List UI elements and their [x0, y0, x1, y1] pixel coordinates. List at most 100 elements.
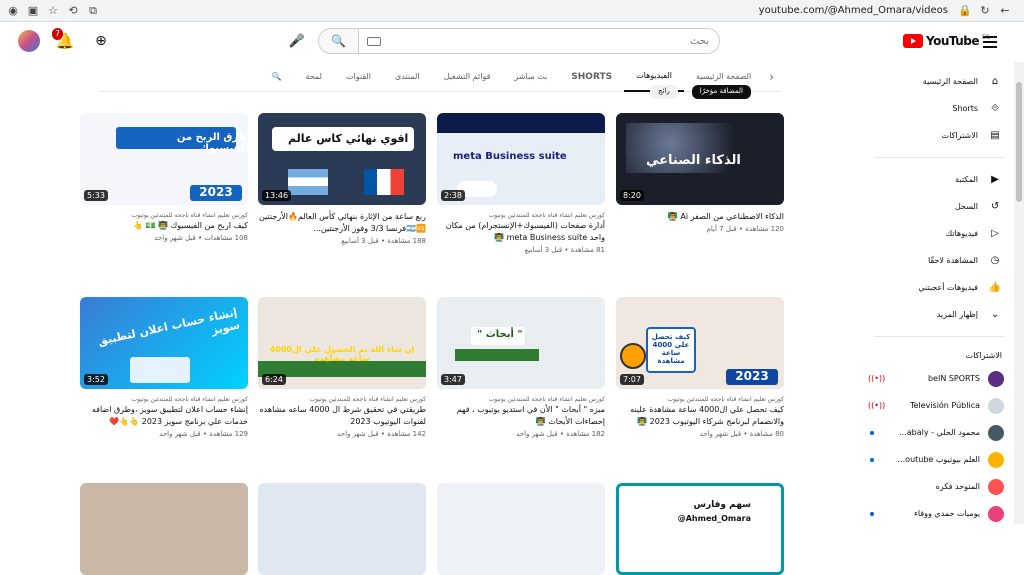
sort-chip-latest[interactable]: المضافة مؤخرًا [691, 85, 751, 99]
sidebar-item-liked[interactable]: 👍 فيديوهات أعجبتني [864, 274, 1014, 301]
video-card[interactable]: كيف تحصل علي 4000 ساعة مشاهدة 2023 7:07 … [616, 297, 784, 440]
video-thumbnail[interactable]: " أبحاث " 3:47 [437, 297, 605, 389]
video-card[interactable]: إن شاء الله تم الحصول علي ال4000 ساعه مش… [258, 297, 426, 440]
voice-search-button[interactable]: 🎤 [284, 28, 310, 54]
video-card[interactable]: " أبحاث " 3:47 كورس تعليم انشاء قناه ناج… [437, 297, 605, 440]
video-card[interactable]: meta Business suite 2:38 كورس تعليم انشا… [437, 113, 605, 256]
profile-icon[interactable]: ◉ [6, 4, 20, 18]
video-title[interactable]: كيف تحصل علي ال4000 ساعة مشاهدة علينه وا… [616, 404, 784, 428]
playlist-label[interactable]: كورس تعليم انشاء قناه ناجحه للمبتدئين يو… [437, 395, 605, 404]
address-bar[interactable]: youtube.com/@Ahmed_Omara/videos [759, 5, 948, 16]
subscription-item[interactable]: Televisión Pública ((•)) [864, 392, 1014, 419]
video-thumbnail[interactable] [258, 483, 426, 575]
keyboard-icon[interactable] [367, 36, 381, 46]
video-card[interactable]: اقوي نهائي كاس عالم 13:46 ربع ساعة من ال… [258, 113, 426, 247]
sidebar-item-home[interactable]: ⌂ الصفحة الرئيسية [864, 68, 1014, 95]
view-count: 188 مشاهدة [387, 237, 426, 245]
video-card[interactable] [258, 483, 426, 575]
tab-about[interactable]: لمحة [293, 62, 334, 92]
video-thumbnail[interactable]: الذكاء الصناعي 8:20 [616, 113, 784, 205]
video-card[interactable]: سهم وفارس @Ahmed_Omara [616, 483, 784, 575]
video-thumbnail[interactable]: إن شاء الله تم الحصول علي ال4000 ساعه مش… [258, 297, 426, 389]
channel-name: محمود الحلي - abaly... [899, 428, 980, 437]
page-scrollbar[interactable] [1014, 62, 1024, 524]
tab-live[interactable]: بث مباشر [502, 62, 559, 92]
upload-age: قبل شهر واحد [699, 430, 742, 438]
subscription-item[interactable]: العلم بيوتيوب outube... [864, 446, 1014, 473]
extension-icon[interactable]: ⧉ [86, 4, 100, 18]
video-stats: 80 مشاهدة • قبل شهر واحد [699, 430, 784, 438]
upload-age: قبل 7 أيام [706, 225, 737, 233]
video-title[interactable]: الذكاء الاصطناعي من الصفر Ai 👨‍🏫 [616, 211, 784, 223]
sidebar-item-label: الصفحة الرئيسية [922, 77, 978, 86]
tab-playlists[interactable]: قوائم التشغيل [432, 62, 503, 92]
video-thumbnail[interactable]: إنشاء حساب اعلان لتطبيق سويز 3:52 [80, 297, 248, 389]
subscription-item[interactable]: beIN SPORTS ((•)) [864, 365, 1014, 392]
account-avatar[interactable] [18, 30, 40, 52]
video-card[interactable] [437, 483, 605, 575]
home-icon: ⌂ [991, 76, 999, 87]
tab-channels[interactable]: القنوات [334, 62, 383, 92]
video-card[interactable]: إنشاء حساب اعلان لتطبيق سويز 3:52 كورس ت… [80, 297, 248, 440]
subscription-item[interactable]: يوميات حمدي ووفاء [864, 500, 1014, 527]
sidebar-item-library[interactable]: ▶ المكتبة [864, 166, 1014, 193]
video-thumbnail[interactable]: كيف تحصل علي 4000 ساعة مشاهدة 2023 7:07 [616, 297, 784, 389]
sidebar-toggle-icon[interactable]: ▣ [26, 4, 40, 18]
back-icon[interactable]: ← [998, 4, 1012, 18]
sidebar-item-shorts[interactable]: ⟐ Shorts [864, 95, 1014, 122]
tabs-scroll-arrow-icon[interactable]: › [763, 70, 780, 84]
video-title[interactable]: أدارة صفحات (الفيسبوك+الإنستجرام) من مكا… [437, 220, 605, 244]
upload-age: قبل 3 أسابيع [524, 246, 563, 254]
view-count: 80 مشاهدة [749, 430, 784, 438]
search-input[interactable] [381, 29, 719, 53]
playlist-label[interactable]: كورس تعليم انشاء قناه ناجحه للمبتدئين يو… [616, 395, 784, 404]
scrollbar-thumb[interactable] [1016, 82, 1022, 202]
video-thumbnail[interactable]: meta Business suite 2:38 [437, 113, 605, 205]
video-card[interactable] [80, 483, 248, 575]
video-thumbnail[interactable]: سهم وفارس @Ahmed_Omara [616, 483, 784, 575]
subscription-item[interactable]: المتوحد فكره [864, 473, 1014, 500]
sidebar-item-show-more[interactable]: ⌄ إظهار المزيد [864, 301, 1014, 328]
video-thumbnail[interactable]: اقوي نهائي كاس عالم 13:46 [258, 113, 426, 205]
reading-list-icon[interactable]: ⟲ [66, 4, 80, 18]
duration-badge: 7:07 [620, 374, 644, 385]
create-button[interactable]: ⊕ [90, 30, 112, 52]
playlist-label[interactable]: كورس تعليم انشاء قناه ناجحه للمبتدئين يو… [80, 395, 248, 404]
app-screenshot [130, 357, 190, 383]
duration-badge: 3:52 [84, 374, 108, 385]
search-button[interactable]: 🔍 [319, 29, 359, 53]
playlist-label[interactable]: كورس تعليم انشاء قناه ناجحه للمبتدئين يو… [437, 211, 605, 220]
subscription-item[interactable]: محمود الحلي - abaly... [864, 419, 1014, 446]
channel-search-icon[interactable]: 🔍 [260, 62, 294, 92]
thumbnail-caption: إنشاء حساب اعلان لتطبيق سويز [96, 305, 242, 348]
reload-icon[interactable]: ↻ [978, 4, 992, 18]
bookmark-star-icon[interactable]: ☆ [46, 4, 60, 18]
video-thumbnail[interactable] [80, 483, 248, 575]
sidebar-item-watch-later[interactable]: ◷ المشاهدة لاحقًا [864, 247, 1014, 274]
tab-shorts[interactable]: SHORTS [559, 62, 624, 92]
video-card[interactable]: طرق الربح من الفيسبوك 2023 5:33 كورس تعل… [80, 113, 248, 244]
video-thumbnail[interactable]: طرق الربح من الفيسبوك 2023 5:33 [80, 113, 248, 205]
youtube-logo[interactable]: YouTube EG [903, 34, 990, 48]
video-thumbnail[interactable] [437, 483, 605, 575]
tab-community[interactable]: المنتدى [383, 62, 432, 92]
video-title[interactable]: إنشاء حساب اعلان لتطبيق سويز ،وطرق اضافه… [80, 404, 248, 428]
menu-button[interactable] [983, 36, 997, 48]
playlist-label[interactable]: كورس تعليم انشاء قناه ناجحه للمبتدئين يو… [80, 211, 248, 220]
video-title[interactable]: طريقتي في تحقيق شرط ال 4000 ساعه مشاهده … [258, 404, 426, 428]
playlist-label[interactable]: كورس تعليم انشاء قناه ناجحه للمبتدئين يو… [258, 395, 426, 404]
video-title[interactable]: كيف اربح من الفيسبوك 👨‍🏫 💵 👆 [80, 220, 248, 232]
video-title[interactable]: ربع ساعة من الإثارة بنهائي كأس العالم🔥ال… [258, 211, 426, 235]
video-title[interactable]: ميزه " أبحاث " الأن في استديو يوتيوب ، ف… [437, 404, 605, 428]
upload-age: قبل شهر واحد [154, 234, 196, 242]
sidebar-item-your-videos[interactable]: ▷ فيديوهاتك [864, 220, 1014, 247]
subscriptions-heading: الاشتراكات [965, 350, 1002, 360]
notifications-button[interactable]: 🔔 7 [52, 28, 76, 52]
channel-avatar [988, 505, 1004, 522]
video-card[interactable]: الذكاء الصناعي 8:20 الذكاء الاصطناعي من … [616, 113, 784, 235]
history-icon: ↺ [990, 201, 1000, 212]
sidebar-item-history[interactable]: ↺ السجل [864, 193, 1014, 220]
sidebar-item-subscriptions[interactable]: ▤ الاشتراكات [864, 122, 1014, 149]
sort-chip-popular[interactable]: رائج [650, 85, 678, 99]
thumbnail-caption: طرق الربح من الفيسبوك [176, 132, 248, 154]
